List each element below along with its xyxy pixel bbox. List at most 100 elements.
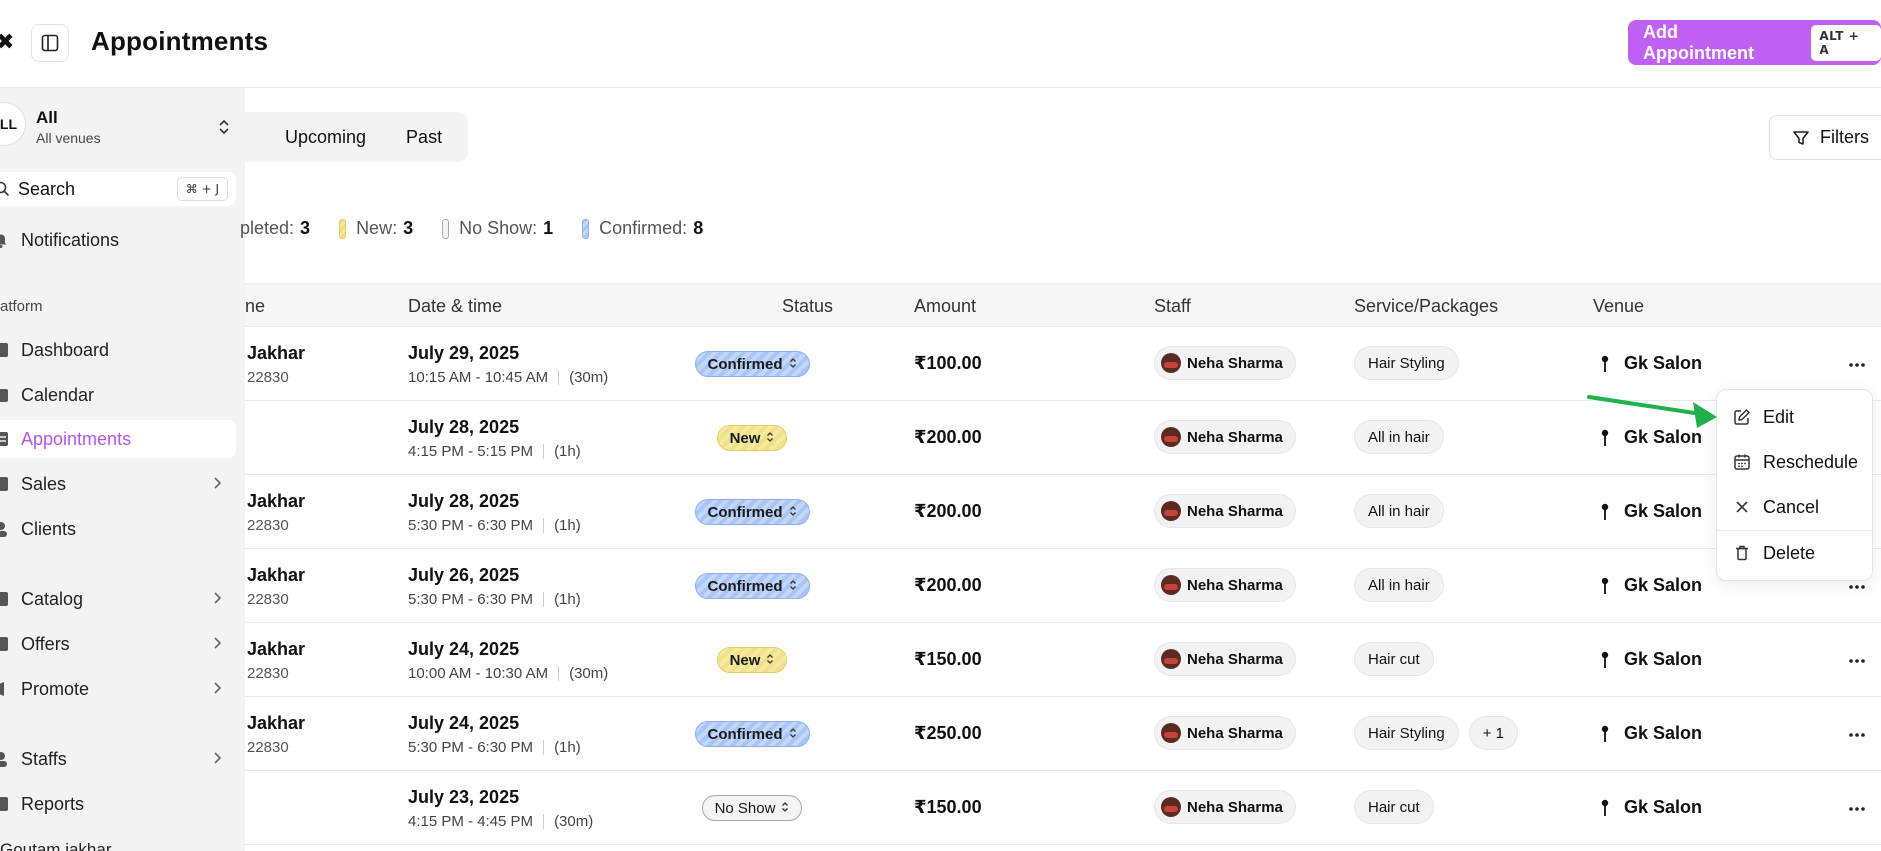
- venue-subtitle: All venues: [36, 130, 101, 146]
- sidebar-item-dashboard[interactable]: Dashboard: [0, 331, 236, 369]
- sidebar-item-appointments[interactable]: Appointments: [0, 420, 236, 458]
- avatar: [1161, 649, 1181, 669]
- appointment-amount: ₹150.00: [914, 797, 982, 817]
- status-dropdown[interactable]: Confirmed: [694, 573, 810, 599]
- client-name[interactable]: Jakhar: [247, 343, 305, 364]
- appointment-time: 10:00 AM - 10:30 AM (30m): [408, 665, 609, 682]
- row-actions-button[interactable]: [1845, 351, 1869, 375]
- current-user[interactable]: Goutam jakhar: [0, 840, 112, 851]
- avatar: [1161, 427, 1181, 447]
- row-actions-button[interactable]: [1845, 795, 1869, 819]
- client-phone: 22830: [247, 591, 289, 608]
- sidebar-item-staffs[interactable]: Staffs: [0, 740, 236, 778]
- table-row[interactable]: Jakhar 22830 July 26, 2025 5:30 PM - 6:30 P…: [245, 549, 1881, 623]
- status-cell: Confirmed: [690, 351, 814, 377]
- sidebar-item-label: Calendar: [21, 384, 95, 405]
- sidebar-item-calendar[interactable]: Calendar: [0, 376, 236, 414]
- appointment-duration: (30m): [554, 813, 594, 830]
- status-dropdown[interactable]: Confirmed: [694, 499, 810, 525]
- column-header-venue[interactable]: Venue: [1593, 296, 1644, 317]
- status-dropdown[interactable]: New: [716, 647, 788, 673]
- staff-chip: Neha Sharma: [1154, 494, 1296, 528]
- column-header-staff[interactable]: Staff: [1154, 296, 1191, 317]
- venue-avatar: LL: [0, 102, 26, 146]
- row-actions-button[interactable]: [1845, 721, 1869, 745]
- client-name[interactable]: Jakhar: [247, 639, 305, 660]
- sidebar-item-label: Sales: [21, 473, 67, 494]
- client-name[interactable]: Jakhar: [247, 713, 305, 734]
- menu-item-cancel[interactable]: Cancel: [1717, 487, 1874, 527]
- more-horizontal-icon: [1849, 798, 1865, 816]
- sidebar-item-notifications[interactable]: Notifications: [0, 221, 236, 259]
- legend-confirmed: Confirmed: 8: [582, 218, 703, 239]
- table-row[interactable]: Jakhar 22830 July 24, 2025 10:00 AM - 10:30…: [245, 623, 1881, 697]
- column-header-status[interactable]: Status: [782, 296, 833, 317]
- edit-icon: [1734, 409, 1750, 425]
- chevron-up-down-icon: [789, 356, 797, 373]
- sidebar-item-clients[interactable]: Clients: [0, 510, 236, 548]
- page-title: Appointments: [91, 26, 269, 56]
- appointment-amount: ₹200.00: [914, 501, 982, 521]
- offers-icon: [0, 637, 8, 651]
- client-name[interactable]: Jakhar: [247, 491, 305, 512]
- appointment-duration: (1h): [554, 517, 581, 534]
- status-cell: Confirmed: [690, 721, 814, 747]
- menu-item-delete[interactable]: Delete: [1717, 533, 1874, 573]
- sidebar-item-label: Reports: [21, 793, 85, 814]
- venue-switcher[interactable]: LL All All venues: [0, 94, 245, 154]
- services-cell: All in hair: [1354, 494, 1444, 528]
- menu-item-reschedule[interactable]: Reschedule: [1717, 442, 1874, 482]
- legend-no-show: No Show: 1: [442, 218, 553, 239]
- client-name[interactable]: Jakhar: [247, 565, 305, 586]
- status-dropdown[interactable]: No Show: [701, 795, 803, 821]
- service-chip: Hair cut: [1354, 790, 1434, 824]
- chevron-up-down-icon: [781, 800, 789, 817]
- table-row[interactable]: Jakhar 22830 July 24, 2025 5:30 PM - 6:30 P…: [245, 697, 1881, 771]
- status-dropdown[interactable]: New: [716, 425, 788, 451]
- logo-icon: ✖: [0, 29, 15, 54]
- sidebar: LL All All venues Search ⌘ + J Notificat…: [0, 88, 245, 851]
- location-pin-icon: [1601, 725, 1609, 742]
- status-dropdown[interactable]: Confirmed: [694, 721, 810, 747]
- more-horizontal-icon: [1849, 724, 1865, 742]
- row-actions-button[interactable]: [1845, 647, 1869, 671]
- services-cell: All in hair: [1354, 420, 1444, 454]
- column-header-name[interactable]: ne: [245, 296, 265, 317]
- appointment-amount: ₹100.00: [914, 353, 982, 373]
- service-chip: All in hair: [1354, 420, 1444, 454]
- sidebar-item-catalog[interactable]: Catalog: [0, 580, 236, 618]
- column-header-datetime[interactable]: Date & time: [408, 296, 502, 317]
- appointment-time: 4:15 PM - 4:45 PM (30m): [408, 813, 594, 830]
- legend-completed: pleted: 3: [240, 218, 311, 238]
- sidebar-item-sales[interactable]: Sales: [0, 465, 236, 503]
- sidebar-item-reports[interactable]: Reports: [0, 785, 236, 823]
- column-header-service[interactable]: Service/Packages: [1354, 296, 1498, 317]
- search-shortcut: ⌘ + J: [176, 177, 228, 201]
- column-header-amount[interactable]: Amount: [914, 296, 976, 317]
- table-row[interactable]: Jakhar 22830 July 28, 2025 5:30 PM - 6:30 P…: [245, 475, 1881, 549]
- sidebar-item-promote[interactable]: Promote: [0, 670, 236, 708]
- venue-cell: Gk Salon: [1600, 501, 1702, 522]
- location-pin-icon: [1601, 651, 1609, 668]
- tab-past[interactable]: Past: [386, 127, 462, 148]
- appointment-tabs: Upcoming Past: [245, 112, 468, 162]
- menu-item-edit[interactable]: Edit: [1717, 397, 1874, 437]
- chevron-right-icon: [214, 477, 222, 489]
- legend-swatch: [582, 218, 590, 239]
- venue-cell: Gk Salon: [1600, 353, 1702, 374]
- appointment-duration: (1h): [554, 739, 581, 756]
- tab-upcoming[interactable]: Upcoming: [265, 127, 386, 148]
- filters-button[interactable]: Filters: [1769, 115, 1881, 160]
- table-row[interactable]: Jakhar 22830 July 29, 2025 10:15 AM - 10:45…: [245, 327, 1881, 401]
- sidebar-search[interactable]: Search ⌘ + J: [0, 172, 236, 206]
- table-row[interactable]: July 23, 2025 4:15 PM - 4:45 PM (30m) No Sh…: [245, 771, 1881, 845]
- staff-chip: Neha Sharma: [1154, 642, 1296, 676]
- avatar: [1161, 723, 1181, 743]
- annotation-arrow-icon: [1587, 395, 1717, 428]
- sidebar-toggle-button[interactable]: [31, 24, 69, 62]
- more-horizontal-icon: [1849, 354, 1865, 372]
- status-dropdown[interactable]: Confirmed: [694, 351, 810, 377]
- sidebar-item-offers[interactable]: Offers: [0, 625, 236, 663]
- add-appointment-button[interactable]: Add Appointment ALT + A: [1628, 20, 1881, 65]
- appointment-amount: ₹150.00: [914, 649, 982, 669]
